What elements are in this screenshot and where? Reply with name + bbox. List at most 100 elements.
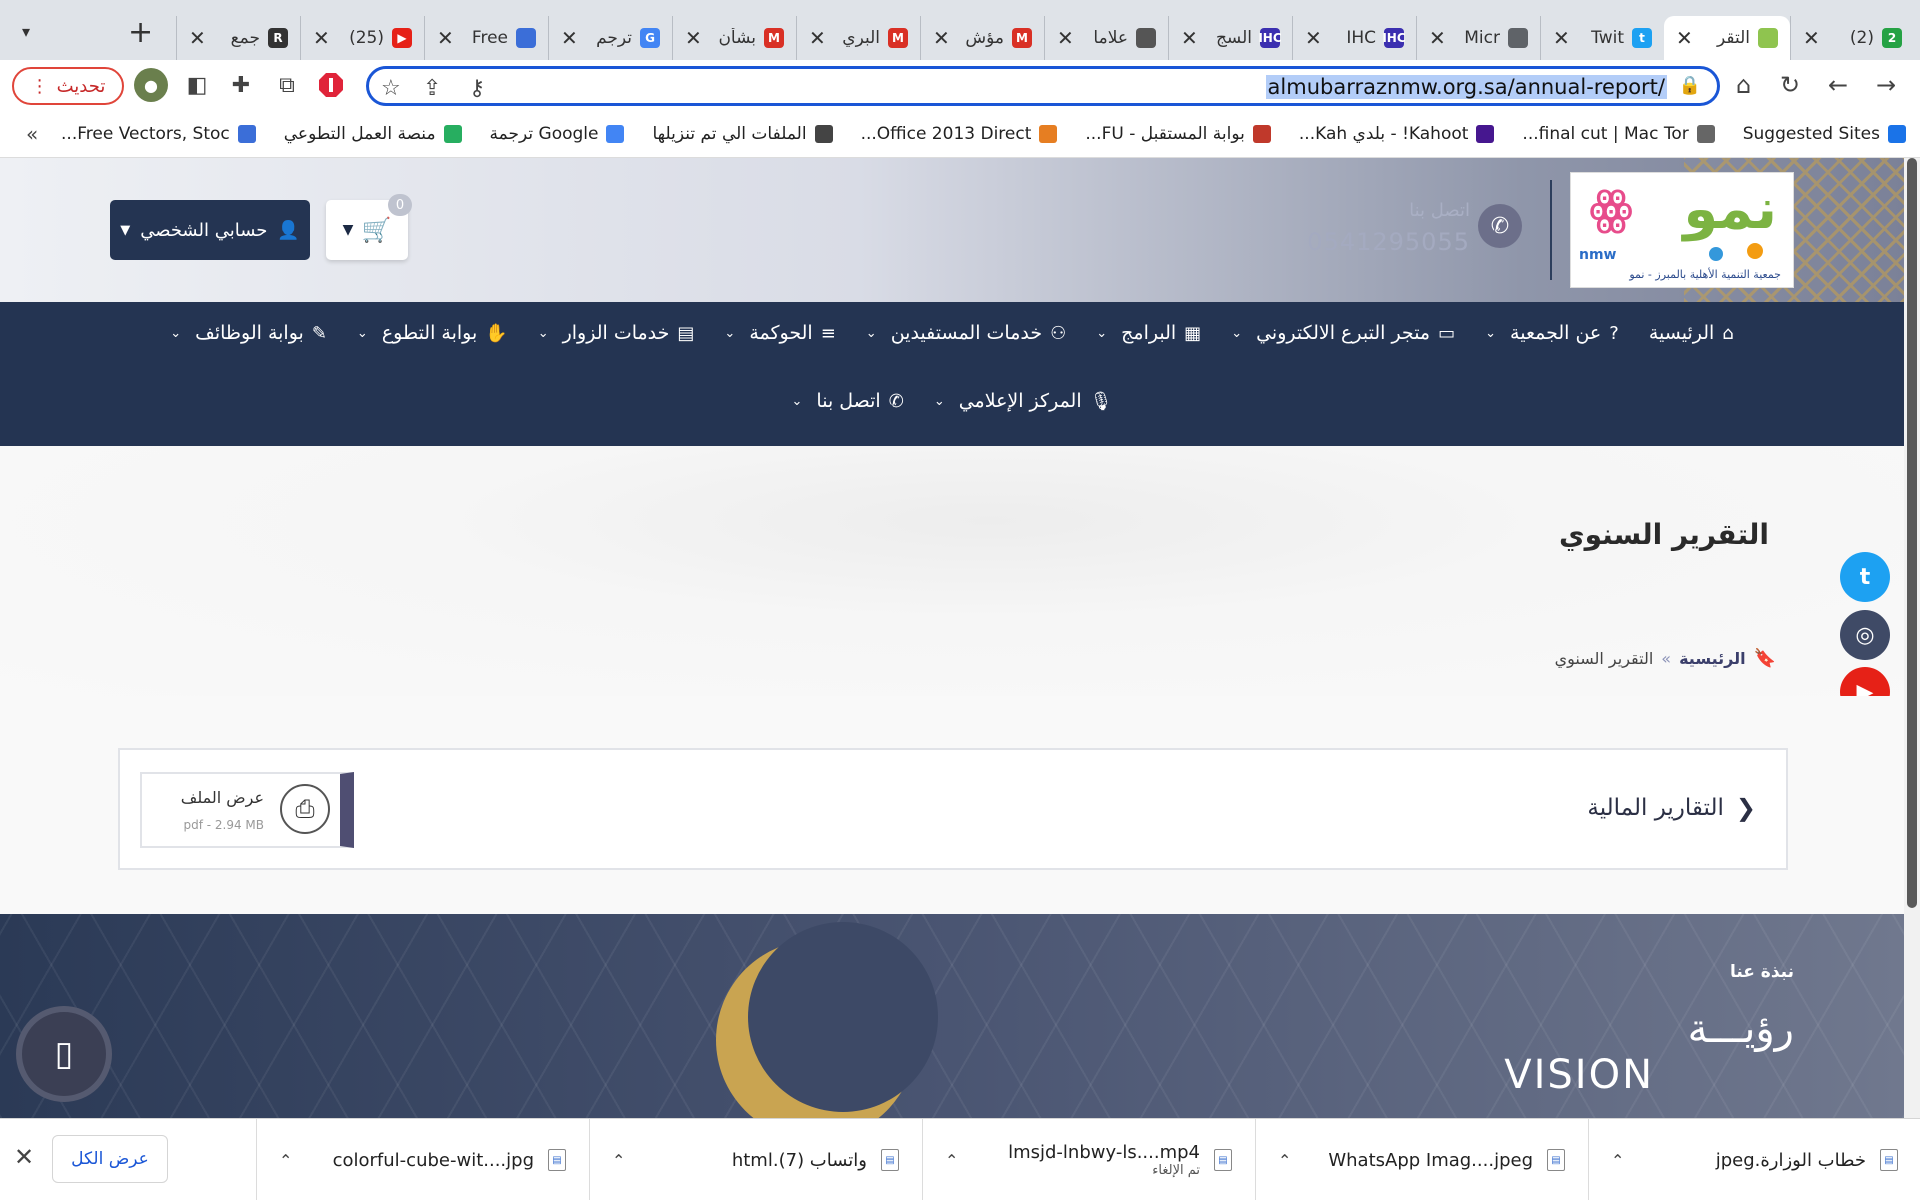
nav-item[interactable]: ✆ اتصل بنا ⌄ bbox=[792, 390, 904, 412]
forward-icon[interactable]: ← bbox=[1828, 70, 1848, 100]
tab-close-icon[interactable]: ✕ bbox=[1553, 26, 1570, 50]
nav-item[interactable]: 🎙 المركز الإعلامي ⌄ bbox=[934, 390, 1113, 412]
tab-search-icon[interactable]: ▾ bbox=[22, 22, 30, 41]
phone-icon[interactable]: ✆ bbox=[1478, 204, 1522, 248]
tab[interactable]: Micr ✕ bbox=[1416, 16, 1540, 60]
chevron-down-icon: ⌄ bbox=[791, 393, 803, 409]
tab[interactable]: ▶ (25) ✕ bbox=[300, 16, 424, 60]
chevron-up-icon[interactable]: ⌃ bbox=[612, 1151, 625, 1170]
bookmark-favicon-icon bbox=[1888, 124, 1906, 143]
bookmark-icon: 🔖 bbox=[1753, 648, 1776, 669]
show-all-downloads-button[interactable]: عرض الكل bbox=[52, 1135, 168, 1183]
profile-avatar[interactable]: ● bbox=[134, 68, 168, 102]
site-header: نمو ꙮ nmw جمعية التنمية الأهلية بالمبرز … bbox=[0, 158, 1904, 302]
new-tab-button[interactable]: + bbox=[128, 18, 153, 48]
tab[interactable]: علاما ✕ bbox=[1044, 16, 1168, 60]
pdf-file-link[interactable]: ⎙ عرض الملف pdf - 2.94 MB bbox=[140, 772, 354, 848]
download-text: خطاب الوزارة.jpeg bbox=[1638, 1150, 1866, 1171]
mobile-app-button[interactable]: ▯ bbox=[16, 1006, 112, 1102]
breadcrumb-home-link[interactable]: الرئيسية bbox=[1679, 649, 1746, 668]
cart-icon: 🛒 bbox=[361, 216, 392, 244]
download-item[interactable]: ▤ lmsjd-lnbwy-ls....mp4 تم الإلغاء ⌃ bbox=[922, 1119, 1254, 1200]
nav-item[interactable]: ▦ البرامج ⌄ bbox=[1096, 322, 1201, 344]
tab-close-icon[interactable]: ✕ bbox=[189, 26, 206, 50]
download-item[interactable]: ▤ WhatsApp Imag....jpeg ⌃ bbox=[1255, 1119, 1587, 1200]
bookmarks-overflow-button[interactable]: » bbox=[26, 122, 38, 146]
adblock-icon[interactable] bbox=[316, 70, 346, 100]
tab[interactable]: Free ✕ bbox=[424, 16, 548, 60]
tab-close-icon[interactable]: ✕ bbox=[1181, 26, 1198, 50]
tab[interactable]: t Twit ✕ bbox=[1540, 16, 1664, 60]
tab-close-icon[interactable]: ✕ bbox=[561, 26, 578, 50]
download-item[interactable]: ▤ واتساب (7).html ⌃ bbox=[589, 1119, 921, 1200]
home-icon[interactable]: ⌂ bbox=[1736, 70, 1751, 100]
key-icon[interactable]: ⚷ bbox=[469, 76, 485, 101]
tab-close-icon[interactable]: ✕ bbox=[933, 26, 950, 50]
instagram-icon[interactable]: ◎ bbox=[1840, 610, 1890, 660]
nav-item[interactable]: ✋ بوابة التطوع ⌄ bbox=[357, 322, 508, 344]
financial-reports-toggle[interactable]: ❮ التقارير المالية bbox=[1587, 794, 1756, 822]
scrollbar-thumb[interactable] bbox=[1907, 158, 1917, 908]
download-item[interactable]: ▤ colorful-cube-wit....jpg ⌃ bbox=[256, 1119, 588, 1200]
tab-close-icon[interactable]: ✕ bbox=[685, 26, 702, 50]
sidepanel-icon[interactable]: ◧ bbox=[182, 70, 212, 100]
bookmark-item[interactable]: بوابة المستقبل - FU... bbox=[1085, 124, 1271, 144]
bookmark-item[interactable]: Suggested Sites bbox=[1743, 124, 1906, 144]
nav-item[interactable]: ? عن الجمعية ⌄ bbox=[1485, 322, 1619, 344]
page-scrollbar[interactable] bbox=[1904, 158, 1920, 1118]
file-icon: ▤ bbox=[548, 1149, 566, 1171]
tab[interactable]: M مؤش ✕ bbox=[920, 16, 1044, 60]
nav-item[interactable]: ⌂ الرئيسية bbox=[1649, 322, 1734, 344]
tab[interactable]: R جمع ✕ bbox=[176, 16, 300, 60]
tab[interactable]: M بشأن ✕ bbox=[672, 16, 796, 60]
tab-close-icon[interactable]: ✕ bbox=[437, 26, 454, 50]
tab[interactable]: IHC السج ✕ bbox=[1168, 16, 1292, 60]
tab-close-icon[interactable]: ✕ bbox=[1057, 26, 1074, 50]
extensions-icon[interactable]: ✚ bbox=[226, 70, 256, 100]
chevron-up-icon[interactable]: ⌃ bbox=[279, 1151, 292, 1170]
bookmark-item[interactable]: الملفات الي تم تنزيلها bbox=[652, 124, 833, 144]
tab[interactable]: M البري ✕ bbox=[796, 16, 920, 60]
tab-close-icon[interactable]: ✕ bbox=[313, 26, 330, 50]
bookmark-item[interactable]: final cut | Mac Tor... bbox=[1522, 124, 1715, 144]
nav-icon: ≡ bbox=[820, 322, 836, 344]
tab-close-icon[interactable]: ✕ bbox=[1803, 26, 1820, 50]
twitter-icon[interactable]: t bbox=[1840, 552, 1890, 602]
back-icon[interactable]: → bbox=[1876, 70, 1896, 100]
nav-item[interactable]: ▤ خدمات الزوار ⌄ bbox=[538, 322, 695, 344]
tab-close-icon[interactable]: ✕ bbox=[809, 26, 826, 50]
tab[interactable]: 2 (2) ✕ bbox=[1790, 16, 1914, 60]
chevron-up-icon[interactable]: ⌃ bbox=[945, 1151, 958, 1170]
nav-item[interactable]: ✎ بوابة الوظائف ⌄ bbox=[170, 322, 327, 344]
bookmark-item[interactable]: Office 2013 Direct... bbox=[861, 124, 1058, 144]
tab-close-icon[interactable]: ✕ bbox=[1676, 26, 1693, 50]
contact-number[interactable]: 0541295055 bbox=[1307, 228, 1470, 256]
tab-close-icon[interactable]: ✕ bbox=[1429, 26, 1446, 50]
chevron-up-icon[interactable]: ⌃ bbox=[1611, 1151, 1624, 1170]
nav-item[interactable]: ▭ متجر التبرع الالكتروني ⌄ bbox=[1231, 322, 1455, 344]
bookmark-star-icon[interactable]: ☆ bbox=[381, 76, 401, 101]
tab[interactable]: G ترجم ✕ bbox=[548, 16, 672, 60]
bookmark-item[interactable]: Free Vectors, Stoc... bbox=[61, 124, 256, 144]
share-icon[interactable]: ⇪ bbox=[423, 76, 441, 101]
tab-title: Twit bbox=[1591, 28, 1624, 48]
tab-extension-icon[interactable]: ⧉ bbox=[272, 70, 302, 100]
bookmark-item[interactable]: منصة العمل التطوعي bbox=[284, 124, 462, 144]
account-button[interactable]: 👤 حسابي الشخصي ▼ bbox=[110, 200, 310, 260]
tab[interactable]: IHC IHC ✕ bbox=[1292, 16, 1416, 60]
address-bar[interactable]: 🔒 almubarraznmw.org.sa/annual-report/ ☆ … bbox=[366, 66, 1720, 106]
nav-item[interactable]: ≡ الحوكمة ⌄ bbox=[724, 322, 835, 344]
url-text[interactable]: almubarraznmw.org.sa/annual-report/ bbox=[1265, 75, 1667, 99]
bookmark-item[interactable]: Google ترجمة bbox=[490, 124, 625, 144]
download-item[interactable]: ▤ خطاب الوزارة.jpeg ⌃ bbox=[1588, 1119, 1920, 1200]
site-logo[interactable]: نمو ꙮ nmw جمعية التنمية الأهلية بالمبرز … bbox=[1570, 172, 1794, 288]
bookmark-item[interactable]: Kahoot! - بلدي Kah... bbox=[1299, 124, 1495, 144]
nav-item[interactable]: ⚇ خدمات المستفيدين ⌄ bbox=[866, 322, 1066, 344]
chevron-up-icon[interactable]: ⌃ bbox=[1278, 1151, 1291, 1170]
reload-icon[interactable]: ↻ bbox=[1780, 70, 1800, 100]
lock-icon[interactable]: 🔒 bbox=[1679, 75, 1701, 96]
tab-close-icon[interactable]: ✕ bbox=[1305, 26, 1322, 50]
close-icon[interactable]: ✕ bbox=[14, 1143, 34, 1171]
update-button[interactable]: تحديث ⋮ bbox=[12, 67, 124, 105]
tab-active[interactable]: التقر ✕ bbox=[1664, 16, 1790, 60]
